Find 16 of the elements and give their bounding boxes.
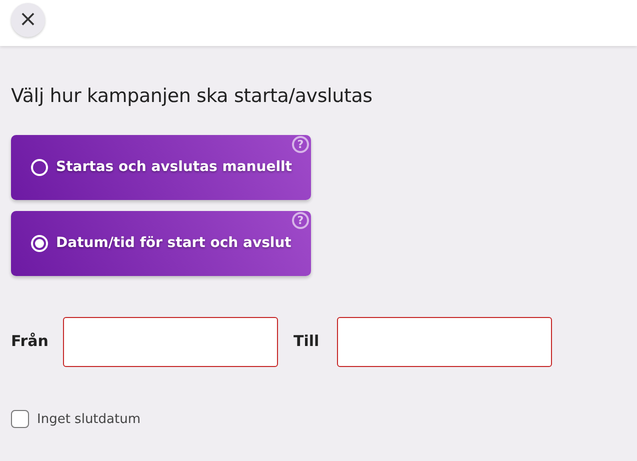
close-button[interactable]: × <box>11 3 45 37</box>
help-icon[interactable]: ? <box>292 212 309 228</box>
heading: Välj hur kampanjen ska starta/avslutas <box>11 84 374 109</box>
radio-button[interactable] <box>31 234 48 252</box>
option-label: Startas och avslutas manuellt <box>56 158 292 176</box>
option-label: Datum/tid för start och avslut <box>56 234 292 252</box>
help-icon[interactable]: ? <box>292 136 309 152</box>
checkbox-label: Inget slutdatum <box>37 410 140 428</box>
option-card[interactable]: Startas och avslutas manuellt ? <box>11 134 311 200</box>
radio-button[interactable] <box>31 158 48 176</box>
field-label: Till <box>294 331 320 352</box>
date-field[interactable] <box>62 316 278 366</box>
option-card[interactable]: Datum/tid för start och avslut ? <box>11 210 311 276</box>
date-field[interactable] <box>337 316 552 366</box>
field-label: Från <box>11 331 48 352</box>
checkbox[interactable] <box>11 410 29 428</box>
